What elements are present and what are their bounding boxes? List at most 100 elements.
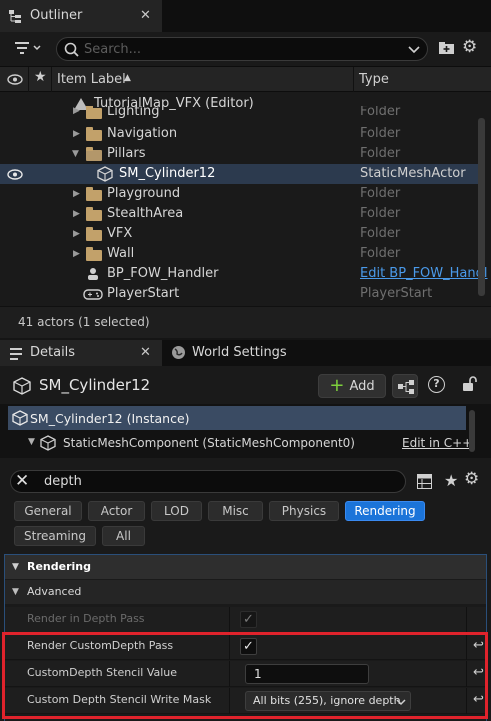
search-icon (64, 42, 79, 57)
filter-physics[interactable]: Physics (269, 501, 339, 521)
collapse-arrow-icon[interactable]: ▼ (12, 587, 19, 597)
tree-row-label: Lighting (107, 106, 160, 119)
filter-streaming[interactable]: Streaming (14, 526, 96, 546)
tree-row-wall[interactable]: ▶ Wall Folder (0, 244, 478, 264)
edit-blueprint-link[interactable]: Edit BP_FOW_Handl (360, 266, 487, 281)
folder-icon (86, 247, 102, 261)
filter-misc[interactable]: Misc (208, 501, 263, 521)
filter-icon[interactable] (14, 41, 42, 58)
static-mesh-icon (12, 410, 28, 426)
tree-row-type: Folder (360, 146, 401, 161)
column-type[interactable]: Type (359, 72, 389, 87)
lock-open-icon[interactable] (461, 375, 477, 393)
tree-row-pillars[interactable]: ▼ Pillars Folder (0, 144, 478, 164)
visibility-eye-icon[interactable] (7, 169, 23, 180)
details-icon (10, 348, 22, 360)
component-tree-scrollbar[interactable] (469, 410, 475, 452)
tree-row-label: VFX (107, 226, 133, 241)
component-label: StaticMeshComponent (StaticMeshComponent… (63, 436, 355, 450)
outliner-close-icon[interactable]: ✕ (140, 8, 151, 23)
component-row[interactable]: ▼ StaticMeshComponent (StaticMeshCompone… (8, 432, 472, 454)
add-component-button[interactable]: + Add (318, 374, 386, 398)
prop-name: Render in Depth Pass (27, 612, 145, 625)
tree-row-label: SM_Cylinder12 (119, 166, 216, 181)
clear-search-icon[interactable]: ✕ (15, 471, 29, 491)
sort-ascending-icon[interactable]: ▲ (124, 73, 131, 83)
instance-row[interactable]: SM_Cylinder12 (Instance) (8, 406, 466, 430)
search-placeholder: Search... (84, 42, 142, 57)
tree-row-label: Playground (107, 186, 181, 201)
column-item-label[interactable]: Item Label (57, 72, 126, 87)
category-label: Rendering (27, 560, 91, 573)
collapse-arrow-icon[interactable]: ▼ (28, 437, 35, 447)
prop-render-in-depth-pass: Render in Depth Pass ✓ (5, 607, 486, 633)
filter-general[interactable]: General (14, 501, 82, 521)
outliner-settings-gear-icon[interactable]: ⚙ (462, 37, 477, 57)
tree-row-label: PlayerStart (107, 286, 180, 301)
chevron-down-icon[interactable] (407, 45, 421, 55)
favorite-star-icon[interactable]: ★ (34, 69, 47, 85)
tree-row-sm-cylinder12[interactable]: SM_Cylinder12 StaticMeshActor (0, 164, 478, 184)
help-icon[interactable]: ? (428, 376, 445, 393)
tree-row-vfx[interactable]: ▶ VFX Folder (0, 224, 478, 244)
tree-row-stealtharea[interactable]: ▶ StealthArea Folder (0, 204, 478, 224)
hierarchy-icon (398, 380, 414, 394)
outliner-search-input[interactable]: Search... (56, 37, 428, 61)
search-value: depth (44, 474, 82, 489)
category-rendering[interactable]: ▼ Rendering (5, 555, 486, 579)
expand-arrow-icon[interactable]: ▶ (73, 229, 80, 239)
folder-icon (86, 227, 102, 241)
actor-count-status: 41 actors (1 selected) (18, 315, 150, 329)
static-mesh-icon (40, 435, 56, 451)
add-folder-icon[interactable] (439, 41, 455, 55)
world-settings-tab[interactable]: World Settings (166, 340, 316, 366)
tree-row-bp-fow-handler[interactable]: BP_FOW_Handler Edit BP_FOW_Handl (0, 264, 487, 284)
tree-row-lighting[interactable]: ▶ Lighting Folder (0, 106, 478, 122)
tree-row-type: Folder (360, 126, 401, 141)
folder-icon (86, 207, 102, 221)
static-mesh-icon (97, 166, 113, 182)
subcategory-label: Advanced (27, 585, 82, 598)
details-settings-gear-icon[interactable]: ⚙ (464, 469, 479, 489)
outliner-title: Outliner (30, 8, 83, 23)
details-close-icon[interactable]: ✕ (140, 345, 151, 360)
tree-row-label: Wall (107, 246, 135, 261)
edit-in-cpp-link[interactable]: Edit in C++ (402, 436, 472, 450)
outliner-column-header: ★ Item Label ▲ Type (0, 66, 491, 92)
collapse-arrow-icon[interactable]: ▼ (72, 149, 79, 159)
details-search-input[interactable]: ✕ depth (10, 470, 406, 493)
expand-arrow-icon[interactable]: ▶ (73, 129, 80, 139)
visibility-eye-icon[interactable] (7, 74, 23, 85)
favorite-star-icon[interactable]: ★ (444, 471, 458, 490)
outliner-panel: Outliner ✕ Search... ⚙ ★ Item Label ▲ Ty… (0, 0, 491, 338)
outliner-tab[interactable]: Outliner ✕ (0, 0, 162, 32)
subcategory-advanced[interactable]: ▼ Advanced (5, 580, 486, 604)
expand-arrow-icon[interactable]: ▶ (73, 189, 80, 199)
filter-all[interactable]: All (102, 526, 145, 546)
blueprint-hierarchy-button[interactable] (392, 374, 418, 398)
tree-row-label: Navigation (107, 126, 178, 141)
expand-arrow-icon[interactable]: ▶ (73, 209, 80, 219)
table-view-icon[interactable] (417, 474, 432, 489)
tree-row-type: Folder (360, 226, 401, 241)
filter-actor[interactable]: Actor (88, 501, 145, 521)
plus-icon: + (329, 375, 345, 396)
tree-row-type: PlayerStart (360, 286, 433, 301)
folder-icon (86, 106, 102, 119)
folder-icon (86, 187, 102, 201)
collapse-arrow-icon[interactable]: ▼ (12, 562, 19, 572)
filter-lod[interactable]: LOD (151, 501, 202, 521)
outliner-scrollbar[interactable] (478, 118, 485, 296)
outliner-status-bar: 41 actors (1 selected) (0, 306, 491, 338)
static-mesh-icon (13, 377, 31, 395)
expand-arrow-icon[interactable]: ▶ (73, 249, 80, 259)
tree-row-playground[interactable]: ▶ Playground Folder (0, 184, 478, 204)
details-tab[interactable]: Details ✕ (0, 340, 162, 366)
tree-row-playerstart[interactable]: PlayerStart PlayerStart (0, 284, 478, 304)
filter-rendering[interactable]: Rendering (345, 501, 425, 521)
tree-row-navigation[interactable]: ▶ Navigation Folder (0, 124, 478, 144)
details-title: Details (30, 345, 76, 360)
tree-row-label: StealthArea (107, 206, 184, 221)
component-tree: SM_Cylinder12 (Instance) ▼ StaticMeshCom… (0, 404, 491, 458)
folder-icon (86, 127, 102, 141)
